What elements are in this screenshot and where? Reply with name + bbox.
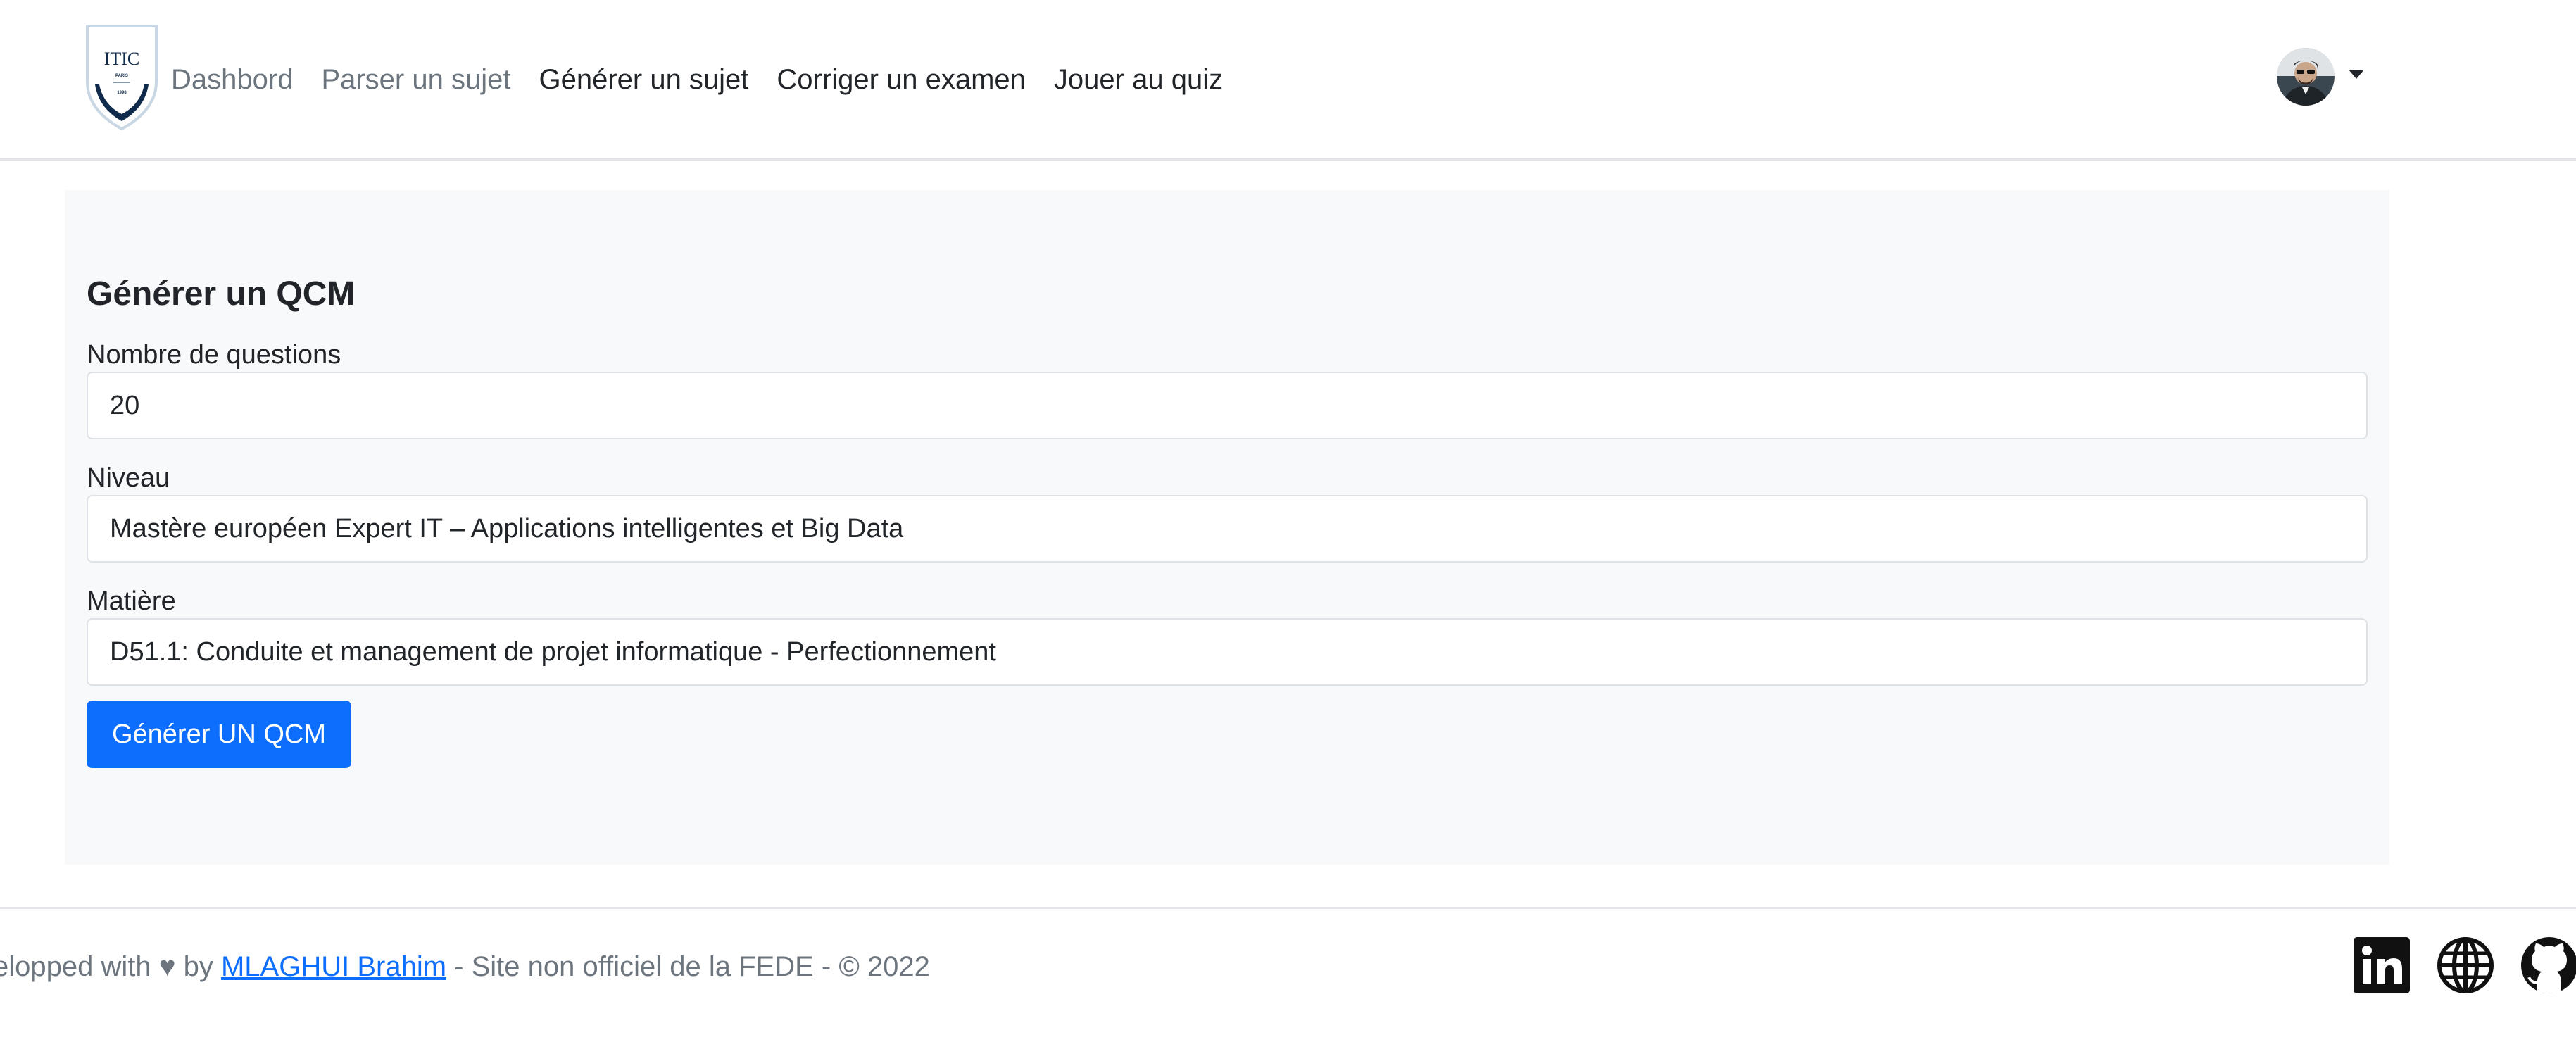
caret-down-icon[interactable] <box>2349 69 2364 79</box>
logo-year: 1998 <box>117 91 127 95</box>
form-title: Générer un QCM <box>87 275 356 313</box>
questions-count-label: Nombre de questions <box>87 340 341 370</box>
top-navbar: ITIC PARIS 1998 Dashbord Parser un sujet… <box>0 0 2576 161</box>
globe-icon[interactable] <box>2437 936 2494 994</box>
linkedin-icon[interactable] <box>2353 936 2411 994</box>
main-nav: Dashbord Parser un sujet Générer un suje… <box>171 61 1251 99</box>
logo-text: ITIC <box>104 49 140 69</box>
author-link[interactable]: MLAGHUI Brahim <box>221 951 446 982</box>
nav-link-generer-sujet[interactable]: Générer un sujet <box>539 61 748 99</box>
user-avatar[interactable] <box>2277 48 2335 106</box>
user-menu-toggle[interactable] <box>2277 48 2364 106</box>
qcm-form-card: Générer un QCM Nombre de questions Nivea… <box>65 190 2389 865</box>
niveau-input[interactable] <box>87 495 2368 563</box>
matiere-label: Matière <box>87 586 176 616</box>
nav-link-corriger-examen[interactable]: Corriger un examen <box>777 61 1026 99</box>
questions-count-input[interactable] <box>87 372 2368 439</box>
itic-logo[interactable]: ITIC PARIS 1998 <box>85 24 158 131</box>
footer-divider <box>0 907 2576 909</box>
footer-credits: elopped with ♥ by MLAGHUI Brahim - Site … <box>0 949 930 984</box>
niveau-label: Niveau <box>87 463 170 493</box>
matiere-input[interactable] <box>87 618 2368 686</box>
nav-link-jouer-quiz[interactable]: Jouer au quiz <box>1054 61 1223 99</box>
nav-link-dashboard[interactable]: Dashbord <box>171 61 293 99</box>
logo-subtext: PARIS <box>115 74 128 78</box>
github-icon[interactable] <box>2520 936 2576 994</box>
footer-prefix: elopped with ♥ by <box>0 951 213 982</box>
nav-link-parser-sujet[interactable]: Parser un sujet <box>321 61 510 99</box>
footer-suffix: - Site non officiel de la FEDE - © 2022 <box>454 951 930 982</box>
generate-qcm-button[interactable]: Générer UN QCM <box>87 701 351 768</box>
